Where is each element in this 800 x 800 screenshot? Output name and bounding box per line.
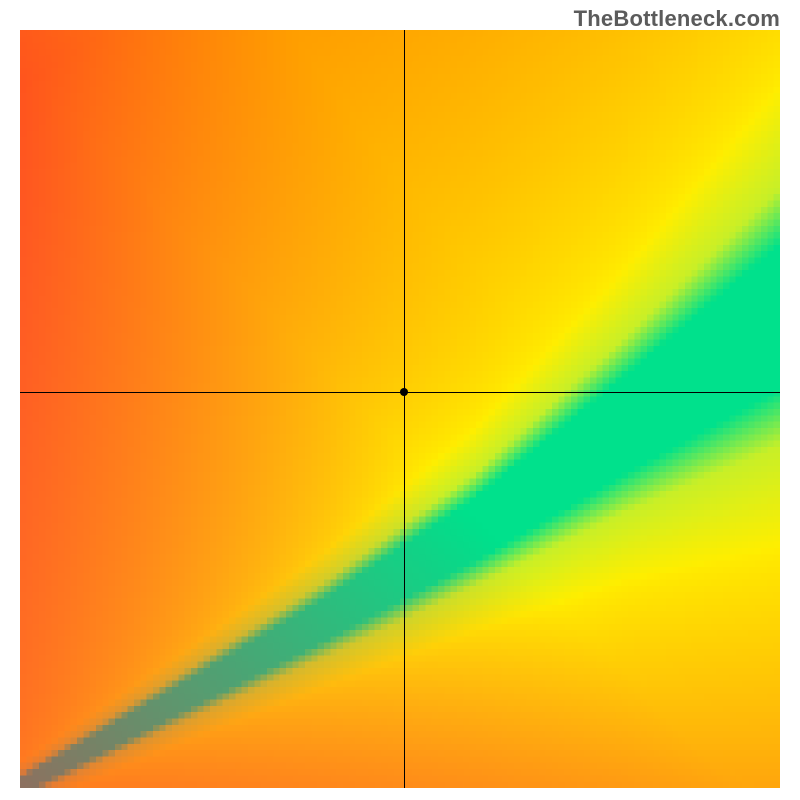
crosshair-vertical — [404, 30, 405, 788]
bottleneck-heatmap — [20, 30, 780, 788]
watermark-text: TheBottleneck.com — [574, 6, 780, 32]
chart-container: TheBottleneck.com — [0, 0, 800, 800]
